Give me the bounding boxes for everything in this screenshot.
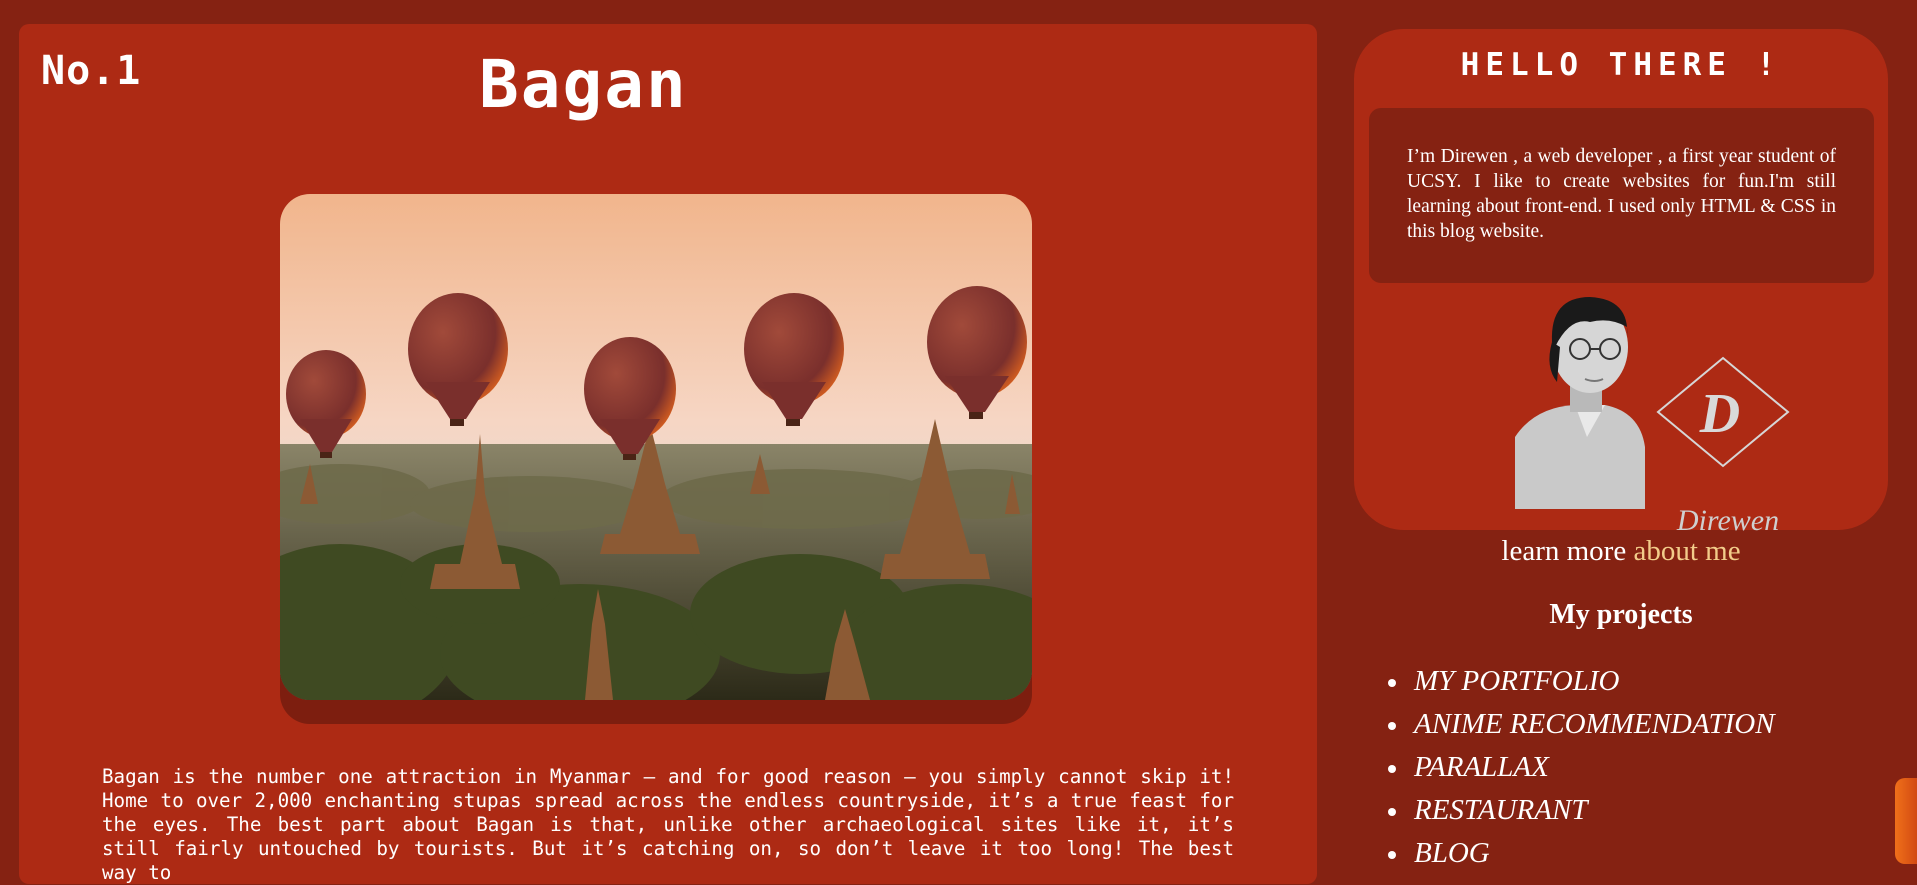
projects-list: MY PORTFOLIO ANIME RECOMMENDATION PARALL… [1388, 660, 1775, 875]
bio-text: I’m Direwen , a web developer , a first … [1407, 146, 1836, 242]
svg-text:Direwen: Direwen [1676, 504, 1779, 537]
project-link-portfolio[interactable]: MY PORTFOLIO [1388, 660, 1775, 703]
about-me-link[interactable]: about me [1633, 535, 1740, 567]
scrollbar-thumb[interactable] [1895, 778, 1917, 864]
post-photo [280, 194, 1032, 700]
direwen-logo: D Direwen [1648, 352, 1808, 542]
projects-heading: My projects [1549, 599, 1693, 630]
post-body: Bagan is the number one attraction in My… [102, 765, 1234, 884]
post-number: No.1 [41, 48, 142, 94]
post-title: Bagan [479, 46, 688, 123]
bio-box: I’m Direwen , a web developer , a first … [1369, 108, 1874, 283]
project-link-restaurant[interactable]: RESTAURANT [1388, 789, 1775, 832]
greeting-heading: HELLO THERE ! [1460, 47, 1782, 83]
blog-post-card: No.1 Bagan Bagan is the number one attra… [19, 24, 1317, 884]
project-link-blog[interactable]: BLOG [1388, 832, 1775, 875]
project-link-anime-recommendation[interactable]: ANIME RECOMMENDATION [1388, 703, 1775, 746]
svg-text:D: D [1699, 383, 1740, 445]
learn-more: learn more about me [1354, 535, 1888, 568]
profile-card: HELLO THERE ! I’m Direwen , a web develo… [1354, 29, 1888, 537]
project-link-parallax[interactable]: PARALLAX [1388, 746, 1775, 789]
learn-more-prefix: learn more [1501, 535, 1627, 567]
